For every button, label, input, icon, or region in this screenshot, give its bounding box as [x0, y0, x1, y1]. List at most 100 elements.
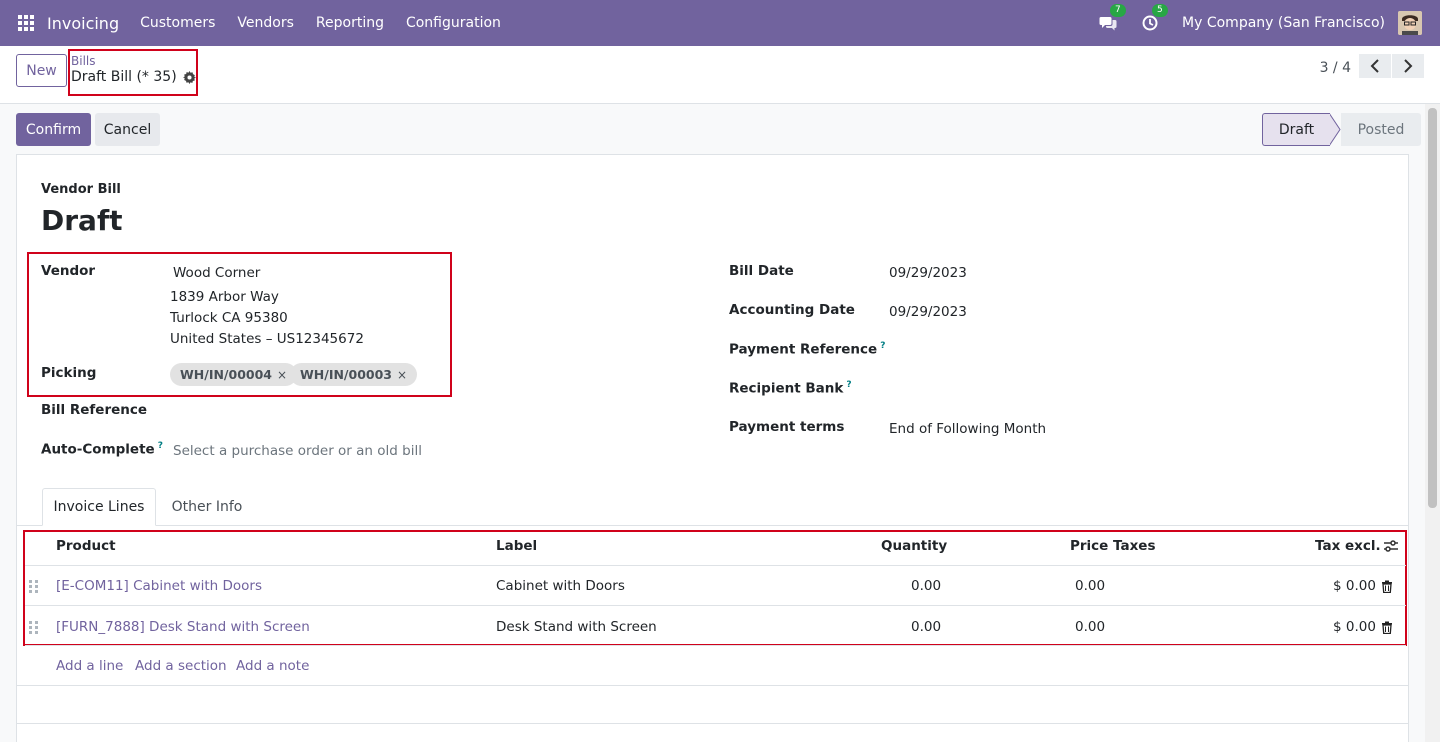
auto-complete-label-text: Auto-Complete — [41, 441, 155, 458]
bill-date-label: Bill Date — [729, 263, 794, 279]
payment-terms-field[interactable]: End of Following Month — [889, 421, 1046, 437]
remove-tag-icon[interactable]: × — [277, 368, 287, 382]
top-navbar: Invoicing Customers Vendors Reporting Co… — [0, 0, 1440, 46]
user-avatar-icon — [1398, 11, 1422, 35]
gear-icon[interactable] — [182, 70, 196, 84]
picking-tag-label: WH/IN/00003 — [300, 367, 392, 382]
help-icon[interactable]: ? — [880, 341, 885, 351]
line-price-cell[interactable]: 0.00 — [1075, 578, 1105, 594]
column-header-tax-excl[interactable]: Tax excl. — [1315, 538, 1381, 554]
confirm-button[interactable]: Confirm — [16, 113, 91, 146]
breadcrumb-current-label: Draft Bill (* 35) — [71, 69, 177, 85]
row-divider — [25, 565, 1406, 566]
activities-button[interactable]: 5 — [1140, 4, 1168, 33]
line-subtotal-cell: $ 0.00 — [1333, 578, 1376, 594]
status-draft[interactable]: Draft — [1262, 113, 1330, 146]
messages-count-badge: 7 — [1110, 4, 1126, 17]
document-type-label: Vendor Bill — [41, 182, 121, 197]
line-label-cell[interactable]: Desk Stand with Screen — [496, 619, 657, 635]
optional-columns-icon[interactable] — [1383, 539, 1399, 553]
pager-value[interactable]: 3 / 4 — [1320, 60, 1351, 76]
payment-reference-label-text: Payment Reference — [729, 341, 878, 358]
remove-tag-icon[interactable]: × — [397, 368, 407, 382]
vendor-field[interactable]: Wood Corner — [173, 265, 260, 281]
line-product-cell[interactable]: [E-COM11] Cabinet with Doors — [56, 578, 262, 594]
form-actions: Confirm Cancel — [16, 113, 160, 146]
accounting-date-field[interactable]: 09/29/2023 — [889, 304, 967, 320]
section-divider — [17, 685, 1408, 686]
vendor-address-line2: Turlock CA 95380 — [170, 310, 288, 326]
column-header-quantity[interactable]: Quantity — [881, 538, 947, 554]
status-bar: Draft Posted — [1262, 113, 1421, 146]
page-scrollbar[interactable] — [1425, 104, 1440, 742]
navbar-systray: 7 5 My Company (San Francisco) — [1098, 0, 1440, 46]
row-divider — [25, 645, 1406, 646]
drag-handle-icon[interactable] — [29, 580, 39, 593]
accounting-date-label: Accounting Date — [729, 302, 855, 318]
company-switcher[interactable]: My Company (San Francisco) — [1182, 15, 1385, 31]
messages-button[interactable]: 7 — [1098, 4, 1126, 33]
tab-invoice-lines[interactable]: Invoice Lines — [42, 488, 156, 526]
section-divider — [17, 723, 1408, 724]
new-button[interactable]: New — [16, 54, 67, 87]
breadcrumb-current: Draft Bill (* 35) — [71, 69, 196, 85]
picking-tag[interactable]: WH/IN/00003 × — [290, 363, 418, 386]
add-line-link[interactable]: Add a line — [56, 658, 123, 674]
clock-icon — [1142, 15, 1158, 31]
main-menu: Customers Vendors Reporting Configuratio… — [129, 15, 512, 31]
column-header-price[interactable]: Price — [1070, 538, 1108, 554]
vendor-address-line1: 1839 Arbor Way — [170, 289, 279, 305]
delete-line-icon[interactable] — [1381, 580, 1393, 593]
drag-handle-icon[interactable] — [29, 621, 39, 634]
status-posted[interactable]: Posted — [1341, 113, 1421, 146]
document-title: Draft — [41, 204, 123, 237]
pager-previous-button[interactable] — [1359, 54, 1391, 78]
recipient-bank-label: Recipient Bank? — [729, 380, 852, 397]
pager-next-button[interactable] — [1392, 54, 1424, 78]
line-quantity-cell[interactable]: 0.00 — [911, 578, 941, 594]
cancel-button[interactable]: Cancel — [95, 113, 160, 146]
picking-tag[interactable]: WH/IN/00004 × — [170, 363, 298, 386]
tab-other-info[interactable]: Other Info — [162, 488, 252, 526]
bill-date-field[interactable]: 09/29/2023 — [889, 265, 967, 281]
activities-count-badge: 5 — [1152, 4, 1168, 17]
auto-complete-label: Auto-Complete? — [41, 441, 163, 458]
bill-reference-label: Bill Reference — [41, 402, 148, 418]
line-subtotal-cell: $ 0.00 — [1333, 619, 1376, 635]
chat-icon — [1099, 17, 1117, 31]
help-icon[interactable]: ? — [846, 380, 851, 390]
picking-tag-label: WH/IN/00004 — [180, 367, 272, 382]
scrollbar-thumb[interactable] — [1428, 108, 1437, 508]
add-note-link[interactable]: Add a note — [236, 658, 309, 674]
user-avatar[interactable] — [1398, 11, 1422, 35]
vendor-address-line3: United States – US12345672 — [170, 331, 364, 347]
control-panel: New Bills Draft Bill (* 35) 3 / 4 — [0, 46, 1440, 104]
menu-customers[interactable]: Customers — [129, 15, 226, 31]
form-sheet: Vendor Bill Draft Vendor Wood Corner 183… — [16, 154, 1409, 742]
menu-reporting[interactable]: Reporting — [305, 15, 395, 31]
row-divider — [25, 605, 1406, 606]
column-header-taxes[interactable]: Taxes — [1113, 538, 1155, 554]
app-brand[interactable]: Invoicing — [47, 14, 119, 33]
menu-configuration[interactable]: Configuration — [395, 15, 512, 31]
auto-complete-input[interactable]: Select a purchase order or an old bill — [173, 443, 422, 459]
column-header-label[interactable]: Label — [496, 538, 537, 554]
payment-reference-label: Payment Reference? — [729, 341, 885, 358]
line-product-cell[interactable]: [FURN_7888] Desk Stand with Screen — [56, 619, 310, 635]
apps-menu-icon[interactable] — [18, 15, 34, 31]
menu-vendors[interactable]: Vendors — [226, 15, 304, 31]
breadcrumb-bills-link[interactable]: Bills — [71, 54, 96, 68]
line-price-cell[interactable]: 0.00 — [1075, 619, 1105, 635]
payment-terms-label: Payment terms — [729, 419, 845, 435]
picking-label: Picking — [41, 365, 97, 381]
delete-line-icon[interactable] — [1381, 621, 1393, 634]
help-icon[interactable]: ? — [158, 441, 163, 451]
line-label-cell[interactable]: Cabinet with Doors — [496, 578, 625, 594]
column-header-product[interactable]: Product — [56, 538, 116, 554]
chevron-right-icon — [1404, 59, 1413, 73]
line-quantity-cell[interactable]: 0.00 — [911, 619, 941, 635]
notebook-tabs: Invoice Lines Other Info — [17, 488, 1408, 526]
add-section-link[interactable]: Add a section — [135, 658, 227, 674]
recipient-bank-label-text: Recipient Bank — [729, 380, 844, 397]
status-arrow-icon — [1329, 113, 1341, 146]
